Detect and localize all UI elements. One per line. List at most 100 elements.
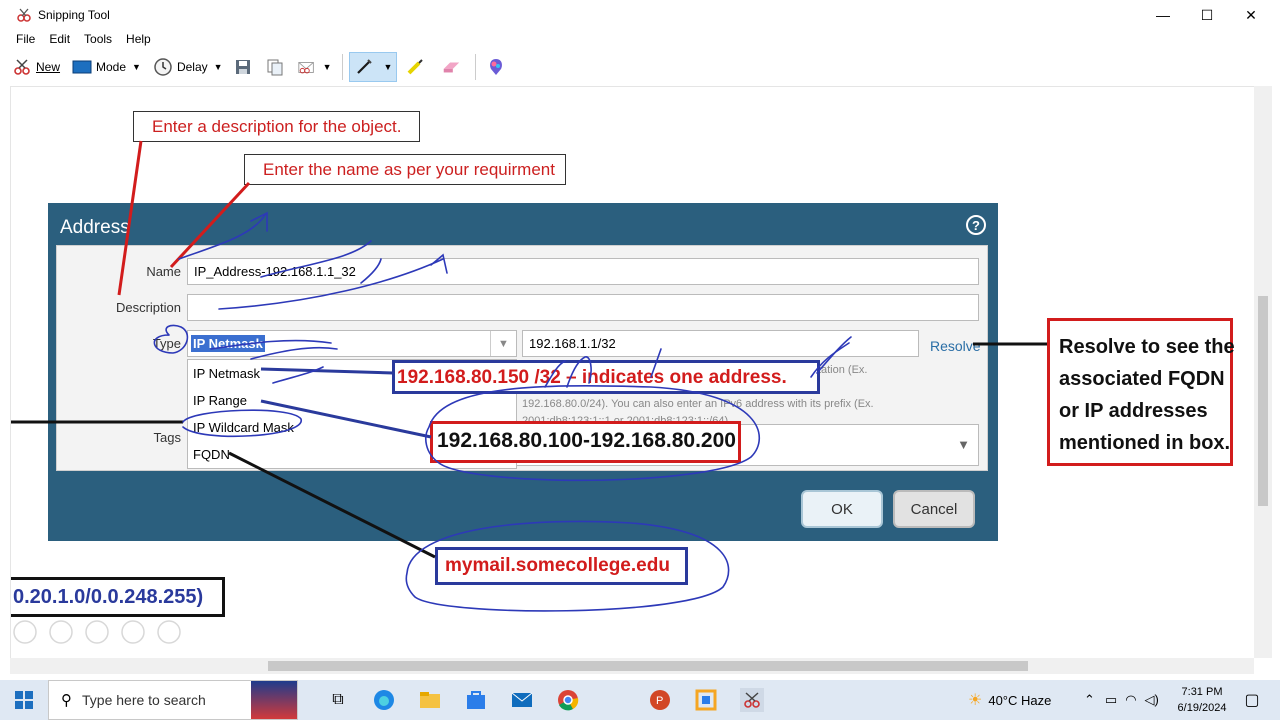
taskbar: ⚲ Type here to search ⧉ P ☀ 40°C Haze ⌃ … <box>0 680 1280 720</box>
eraser-icon <box>441 57 461 77</box>
taskbar-search[interactable]: ⚲ Type here to search <box>48 680 298 720</box>
help-icon[interactable]: ? <box>966 215 986 235</box>
minimize-button[interactable]: — <box>1140 0 1186 30</box>
copy-button[interactable] <box>261 52 293 82</box>
netmask-annotation: 192.168.80.150 /32 – indicates one addre… <box>397 365 787 391</box>
toolbar: New Mode ▼ Delay ▼ ▼ ▼ <box>0 48 1280 86</box>
scroll-thumb[interactable] <box>268 661 1028 671</box>
delay-button[interactable]: Delay ▼ <box>149 52 227 82</box>
sun-icon: ☀ <box>968 692 983 709</box>
ok-button[interactable]: OK <box>801 490 883 528</box>
horizontal-scrollbar[interactable] <box>10 658 1254 674</box>
resolve-annotation-line: or IP addresses <box>1059 400 1208 422</box>
edge-icon[interactable] <box>372 688 396 712</box>
type-label: Type <box>152 336 181 351</box>
mode-label: Mode <box>96 60 127 74</box>
chevron-down-icon: ▼ <box>132 62 141 72</box>
delay-label: Delay <box>176 60 208 74</box>
windows-start-icon[interactable] <box>12 688 36 712</box>
snipping-tool-taskbar-icon[interactable] <box>740 688 764 712</box>
wifi-icon[interactable]: ◠ <box>1125 692 1136 708</box>
wildcard-annotation: 0.20.1.0/0.0.248.255) <box>11 577 225 617</box>
close-button[interactable]: ✕ <box>1228 0 1274 30</box>
chevron-up-icon[interactable]: ⌃ <box>1084 692 1095 708</box>
name-input[interactable]: IP_Address-192.168.1.1_32 <box>187 258 979 285</box>
fqdn-annotation-box: mymail.somecollege.edu <box>435 547 688 585</box>
network-icon[interactable]: ▭ <box>1105 692 1117 708</box>
resolve-annotation-line: associated FQDN <box>1059 368 1225 390</box>
system-tray-icons[interactable]: ⌃ ▭ ◠ ◁) <box>1084 680 1159 720</box>
callout-name: Enter the name as per your requirment <box>244 154 566 185</box>
rectangle-snip-icon <box>72 57 92 77</box>
menu-help[interactable]: Help <box>126 32 151 46</box>
callout-description: Enter a description for the object. <box>133 111 420 142</box>
menu-edit[interactable]: Edit <box>49 32 70 46</box>
fqdn-annotation: mymail.somecollege.edu <box>445 553 670 579</box>
dialog-title: Address <box>60 217 130 238</box>
save-icon <box>233 57 253 77</box>
mail-icon[interactable] <box>510 688 534 712</box>
volume-icon[interactable]: ◁) <box>1145 692 1159 708</box>
highlighter-button[interactable] <box>401 52 433 82</box>
hint-line: 192.168.80.0/24). You can also enter an … <box>522 398 874 410</box>
send-envelope-icon <box>297 57 317 77</box>
description-input[interactable] <box>187 294 979 321</box>
search-icon: ⚲ <box>61 692 72 709</box>
taskbar-clock[interactable]: 7:31 PM 6/19/2024 <box>1174 684 1230 716</box>
chevron-down-icon: ▼ <box>213 62 223 72</box>
clock-date: 6/19/2024 <box>1177 702 1227 714</box>
description-label: Description <box>115 300 181 315</box>
menu-tools[interactable]: Tools <box>84 32 112 46</box>
snipping-tool-icon <box>17 8 31 22</box>
weather-widget[interactable]: ☀ 40°C Haze <box>968 680 1051 720</box>
title-bar: Snipping Tool <box>0 0 1280 30</box>
vertical-scrollbar[interactable] <box>1254 86 1272 658</box>
pen-button[interactable]: ▼ <box>348 52 398 82</box>
powerpoint-icon[interactable]: P <box>648 688 672 712</box>
type-select[interactable]: IP Netmask ▼ <box>187 330 517 357</box>
file-explorer-icon[interactable] <box>418 688 442 712</box>
highlighter-icon <box>405 57 425 77</box>
notification-icon[interactable]: ▢ <box>1240 688 1264 712</box>
paint3d-button[interactable] <box>482 52 514 82</box>
chevron-down-icon[interactable]: ▼ <box>957 437 970 452</box>
search-placeholder: Type here to search <box>82 692 206 708</box>
task-view-icon[interactable]: ⧉ <box>326 688 350 712</box>
toolbar-separator <box>475 54 477 80</box>
resolve-annotation-line: mentioned in box. <box>1059 432 1231 454</box>
name-label: Name <box>146 264 181 279</box>
type-selected-value: IP Netmask <box>191 335 265 352</box>
copy-icon <box>265 57 285 77</box>
scroll-thumb[interactable] <box>1258 296 1268 506</box>
mode-button[interactable]: Mode ▼ <box>68 52 145 82</box>
chevron-down-icon: ▼ <box>383 62 393 72</box>
weather-text: 40°C Haze <box>988 692 1052 708</box>
chevron-down-icon[interactable]: ▼ <box>490 331 516 356</box>
faded-toolbar-icons <box>13 620 181 644</box>
tags-label: Tags <box>153 430 181 445</box>
clock-time: 7:31 PM <box>1181 686 1223 698</box>
send-snip-button[interactable]: ▼ <box>293 52 336 82</box>
clock-icon <box>153 57 173 77</box>
menu-bar: File Edit Tools Help <box>0 30 1280 48</box>
menu-file[interactable]: File <box>16 32 35 46</box>
toolbar-separator <box>341 54 343 80</box>
pen-icon <box>354 57 374 77</box>
chevron-down-icon: ▼ <box>322 62 332 72</box>
scissors-icon <box>12 57 32 77</box>
chrome-icon[interactable] <box>556 688 580 712</box>
store-icon[interactable] <box>464 688 488 712</box>
new-label: New <box>36 60 61 74</box>
address-input[interactable]: 192.168.1.1/32 <box>522 330 919 357</box>
resolve-annotation-line: Resolve to see the <box>1059 336 1235 358</box>
cancel-button[interactable]: Cancel <box>893 490 975 528</box>
netmask-annotation-box: 192.168.80.150 /32 – indicates one addre… <box>392 360 820 394</box>
maximize-button[interactable]: ☐ <box>1184 0 1230 30</box>
snip-canvas[interactable]: Enter a description for the object. Ente… <box>10 86 1254 658</box>
new-button[interactable]: New <box>8 52 64 82</box>
eraser-button[interactable] <box>437 52 469 82</box>
app-icon[interactable] <box>694 688 718 712</box>
search-highlight-icon <box>251 681 297 719</box>
save-button[interactable] <box>229 52 261 82</box>
resolve-link[interactable]: Resolve <box>930 338 981 354</box>
